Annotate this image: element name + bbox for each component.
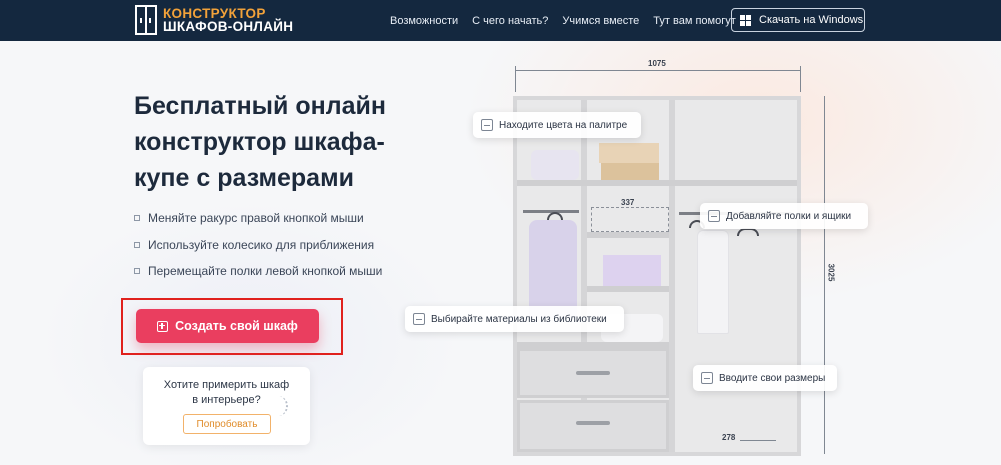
bullet-icon <box>134 268 140 275</box>
try-card-line: Хотите примерить шкаф <box>163 379 290 391</box>
try-card-line: в интерьере? <box>192 394 261 406</box>
nav-item-features[interactable]: Возможности <box>390 15 458 27</box>
folded-clothes <box>531 150 579 180</box>
storage-box <box>601 163 659 180</box>
list-item-text: Меняйте ракурс правой кнопкой мыши <box>148 211 364 226</box>
hero-title: Бесплатный онлайн конструктор шкафа- куп… <box>134 88 434 196</box>
shelf-icon <box>708 210 720 222</box>
width-dimension: 1075 <box>648 59 666 68</box>
hanging-garment <box>697 230 729 334</box>
drawer-handle <box>576 371 610 375</box>
wardrobe-shelf <box>587 286 669 292</box>
wardrobe-shelf <box>587 232 669 238</box>
palette-chip[interactable]: Находите цвета на палитре <box>473 112 641 138</box>
chip-label: Добавляйте полки и ящики <box>726 210 852 222</box>
download-windows-button[interactable]: Скачать на Windows <box>731 8 865 32</box>
list-item: Перемещайте полки левой кнопкой мыши <box>134 258 382 285</box>
hanger-icon <box>547 212 563 220</box>
plus-icon <box>157 320 169 332</box>
create-wardrobe-button[interactable]: Создать свой шкаф <box>136 309 319 343</box>
download-windows-label: Скачать на Windows <box>759 14 864 26</box>
list-item-text: Перемещайте полки левой кнопкой мыши <box>148 264 383 279</box>
wardrobe-drawer <box>517 348 669 398</box>
drawer-handle <box>576 421 610 425</box>
try-button[interactable]: Попробовать <box>183 414 271 434</box>
wardrobe-logo-icon <box>135 5 157 35</box>
hanger-icon <box>737 228 759 236</box>
storage-box <box>603 255 661 286</box>
hero-title-line: Бесплатный онлайн <box>134 92 386 120</box>
hanging-garment <box>529 220 577 318</box>
height-dimension: 3025 <box>826 263 836 282</box>
logo[interactable]: КОНСТРУКТОР ШКАФОВ-ОНЛАЙН <box>135 5 293 35</box>
list-item: Используйте колесико для приближения <box>134 232 382 259</box>
list-item: Меняйте ракурс правой кнопкой мыши <box>134 205 382 232</box>
windows-icon <box>740 14 751 26</box>
chip-label: Выбирайте материалы из библиотеки <box>431 313 607 325</box>
main-nav: Возможности С чего начать? Учимся вместе… <box>390 0 750 41</box>
nav-item-support[interactable]: Тут вам помогут <box>653 15 735 27</box>
list-item-text: Используйте колесико для приближения <box>148 237 375 252</box>
wardrobe-divider <box>669 100 675 452</box>
shelves-chip[interactable]: Добавляйте полки и ящики <box>700 203 868 229</box>
wardrobe-shelf <box>517 180 797 186</box>
ruler-icon <box>701 372 713 384</box>
dimension-tick <box>515 66 516 92</box>
width-dimension-line <box>515 70 800 71</box>
height-dimension-line <box>824 96 825 454</box>
storage-box <box>599 143 659 163</box>
wardrobe-body: 337 <box>513 96 801 456</box>
materials-chip[interactable]: Выбирайте материалы из библиотеки <box>405 306 624 332</box>
sizes-chip[interactable]: Вводите свои размеры <box>693 365 837 391</box>
wardrobe-drawer <box>517 400 669 452</box>
chip-label: Находите цвета на палитре <box>499 119 628 131</box>
nav-item-getting-started[interactable]: С чего начать? <box>472 15 548 27</box>
feature-list: Меняйте ракурс правой кнопкой мыши Испол… <box>134 205 382 285</box>
nav-item-learn[interactable]: Учимся вместе <box>562 15 639 27</box>
bullet-icon <box>134 241 140 248</box>
logo-line2: ШКАФОВ-ОНЛАЙН <box>163 19 294 34</box>
hero-title-line: купе с размерами <box>134 164 354 192</box>
create-wardrobe-label: Создать свой шкаф <box>175 319 298 333</box>
palette-icon <box>481 119 493 131</box>
depth-dimension: 278 <box>722 433 736 442</box>
shelf-measure-box <box>591 207 669 232</box>
materials-icon <box>413 313 425 325</box>
chip-label: Вводите свои размеры <box>719 372 826 384</box>
dimension-tick <box>800 66 801 92</box>
depth-dimension-line <box>740 440 776 441</box>
bullet-icon <box>134 215 140 222</box>
hero-title-line: конструктор шкафа- <box>134 128 385 156</box>
shelf-dimension: 337 <box>621 198 635 207</box>
top-header: КОНСТРУКТОР ШКАФОВ-ОНЛАЙН Возможности С … <box>0 0 1001 41</box>
